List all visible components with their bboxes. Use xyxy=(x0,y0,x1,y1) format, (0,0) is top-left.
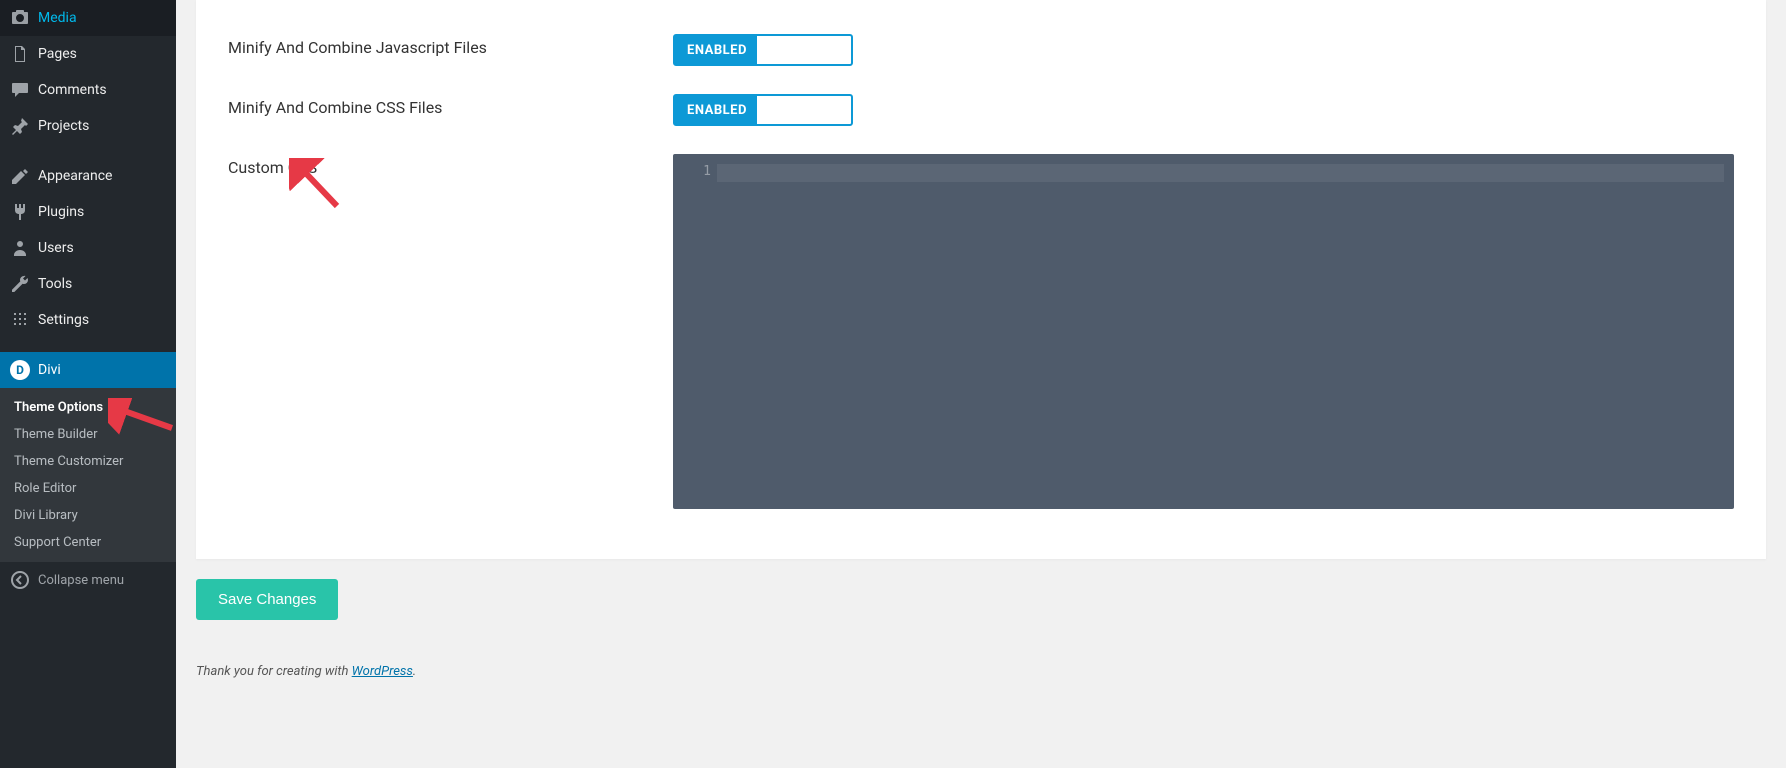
toggle-state: ENABLED xyxy=(675,36,757,64)
sidebar-item-projects[interactable]: Projects xyxy=(0,108,176,144)
code-active-line xyxy=(717,164,1724,182)
wordpress-link[interactable]: WordPress xyxy=(352,664,413,679)
collapse-menu[interactable]: Collapse menu xyxy=(0,562,176,598)
submenu-divi-library[interactable]: Divi Library xyxy=(0,502,176,529)
submenu-theme-customizer[interactable]: Theme Customizer xyxy=(0,448,176,475)
pin-icon xyxy=(10,116,30,136)
sidebar-item-label: Users xyxy=(38,240,168,256)
appearance-icon xyxy=(10,166,30,186)
divi-submenu: Theme Options Theme Builder Theme Custom… xyxy=(0,388,176,562)
line-number: 1 xyxy=(673,164,711,179)
toggle-handle xyxy=(757,96,851,124)
settings-panel: Minify And Combine Javascript Files ENAB… xyxy=(196,0,1766,559)
submenu-support-center[interactable]: Support Center xyxy=(0,529,176,556)
sidebar-item-label: Divi xyxy=(38,362,168,378)
sidebar-item-comments[interactable]: Comments xyxy=(0,72,176,108)
setting-control: 1 xyxy=(673,154,1734,509)
sidebar-item-divi[interactable]: D Divi xyxy=(0,352,176,388)
collapse-label: Collapse menu xyxy=(38,573,124,588)
collapse-icon xyxy=(10,570,30,590)
sidebar-item-plugins[interactable]: Plugins xyxy=(0,194,176,230)
comments-icon xyxy=(10,80,30,100)
sidebar-item-pages[interactable]: Pages xyxy=(0,36,176,72)
code-gutter: 1 xyxy=(673,154,717,509)
toggle-minify-js[interactable]: ENABLED xyxy=(673,34,853,66)
submenu-theme-builder[interactable]: Theme Builder xyxy=(0,421,176,448)
setting-control: ENABLED xyxy=(673,94,1734,126)
plugins-icon xyxy=(10,202,30,222)
media-icon xyxy=(10,8,30,28)
sidebar-item-tools[interactable]: Tools xyxy=(0,266,176,302)
setting-label: Minify And Combine Javascript Files xyxy=(228,34,673,57)
save-changes-button[interactable]: Save Changes xyxy=(196,579,338,620)
setting-label: Custom CSS xyxy=(228,154,673,177)
sidebar-item-settings[interactable]: Settings xyxy=(0,302,176,338)
sidebar-item-label: Tools xyxy=(38,276,168,292)
toggle-handle xyxy=(757,36,851,64)
sidebar-item-label: Plugins xyxy=(38,204,168,220)
setting-label: Minify And Combine CSS Files xyxy=(228,94,673,117)
sidebar-item-label: Projects xyxy=(38,118,168,134)
submenu-role-editor[interactable]: Role Editor xyxy=(0,475,176,502)
main-content: Minify And Combine Javascript Files ENAB… xyxy=(176,0,1786,768)
setting-minify-css: Minify And Combine CSS Files ENABLED xyxy=(228,80,1734,140)
sidebar-item-label: Pages xyxy=(38,46,168,62)
sidebar-item-label: Appearance xyxy=(38,168,168,184)
toggle-state: ENABLED xyxy=(675,96,757,124)
sidebar-item-users[interactable]: Users xyxy=(0,230,176,266)
custom-css-editor[interactable]: 1 xyxy=(673,154,1734,509)
divi-icon: D xyxy=(10,360,30,380)
footer-credit: Thank you for creating with WordPress. xyxy=(196,664,1766,679)
sidebar-item-media[interactable]: Media xyxy=(0,0,176,36)
sidebar-separator xyxy=(0,144,176,158)
settings-icon xyxy=(10,310,30,330)
setting-custom-css: Custom CSS 1 xyxy=(228,140,1734,523)
tools-icon xyxy=(10,274,30,294)
toggle-minify-css[interactable]: ENABLED xyxy=(673,94,853,126)
sidebar-item-appearance[interactable]: Appearance xyxy=(0,158,176,194)
sidebar-item-label: Comments xyxy=(38,82,168,98)
admin-sidebar: Media Pages Comments Projects Appearance… xyxy=(0,0,176,768)
submenu-theme-options[interactable]: Theme Options xyxy=(0,394,176,421)
sidebar-item-label: Settings xyxy=(38,312,168,328)
setting-control: ENABLED xyxy=(673,34,1734,66)
setting-minify-js: Minify And Combine Javascript Files ENAB… xyxy=(228,20,1734,80)
sidebar-item-label: Media xyxy=(38,10,168,26)
footer-suffix: . xyxy=(413,664,416,679)
users-icon xyxy=(10,238,30,258)
footer-prefix: Thank you for creating with xyxy=(196,664,352,679)
sidebar-separator xyxy=(0,338,176,352)
pages-icon xyxy=(10,44,30,64)
